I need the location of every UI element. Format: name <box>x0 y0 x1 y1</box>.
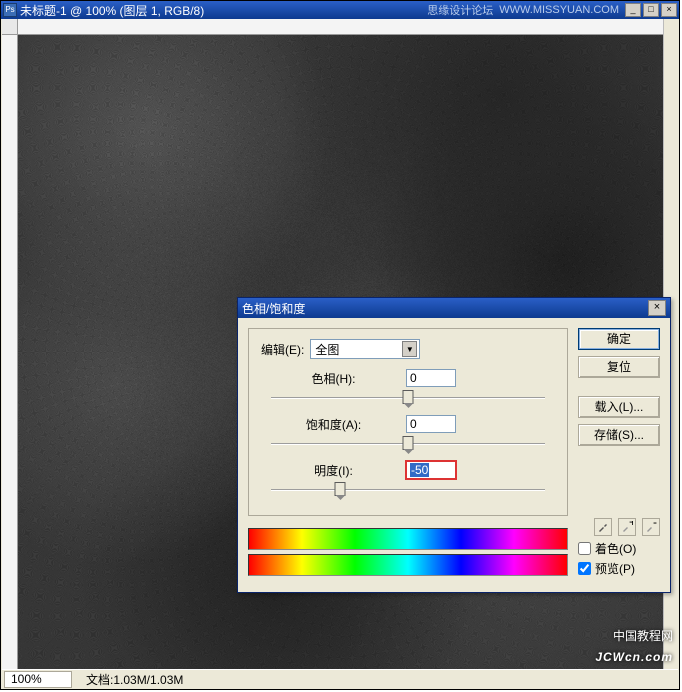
forum-url: WWW.MISSYUAN.COM <box>499 4 619 16</box>
saturation-slider[interactable] <box>271 435 545 453</box>
zoom-field[interactable]: 100% <box>4 671 72 688</box>
hue-input[interactable]: 0 <box>406 369 456 387</box>
saturation-label: 饱和度(A): <box>261 416 406 433</box>
ruler-horizontal[interactable] <box>18 19 663 35</box>
colorize-checkbox[interactable]: 着色(O) <box>578 540 660 557</box>
ok-button[interactable]: 确定 <box>578 328 660 350</box>
window-title: 未标题-1 @ 100% (图层 1, RGB/8) <box>20 2 427 19</box>
lightness-thumb[interactable] <box>334 482 345 496</box>
load-button[interactable]: 载入(L)... <box>578 396 660 418</box>
adjustment-group: 编辑(E): 全图 ▼ 色相(H): 0 饱和度(A): <box>248 328 568 516</box>
hue-label: 色相(H): <box>261 370 406 387</box>
preview-checkbox[interactable]: 预览(P) <box>578 560 660 577</box>
eyedropper-icon[interactable] <box>594 518 612 536</box>
colorize-input[interactable] <box>578 542 591 555</box>
svg-text:-: - <box>653 521 657 529</box>
app-icon: Ps <box>3 3 17 17</box>
chevron-down-icon: ▼ <box>402 341 417 357</box>
forum-name: 思缘设计论坛 <box>427 2 493 18</box>
dialog-titlebar[interactable]: 色相/饱和度 × <box>238 298 670 318</box>
lightness-label: 明度(I): <box>261 462 406 479</box>
lightness-slider[interactable] <box>271 481 545 499</box>
window-titlebar[interactable]: Ps 未标题-1 @ 100% (图层 1, RGB/8) 思缘设计论坛 WWW… <box>1 1 679 19</box>
reset-button[interactable]: 复位 <box>578 356 660 378</box>
lightness-input[interactable]: -50 <box>406 461 456 479</box>
save-button[interactable]: 存储(S)... <box>578 424 660 446</box>
edit-select[interactable]: 全图 ▼ <box>310 339 420 359</box>
statusbar: 100% 文档:1.03M/1.03M <box>2 669 678 688</box>
maximize-button[interactable]: □ <box>643 3 659 17</box>
ruler-vertical[interactable] <box>2 35 18 669</box>
close-button[interactable]: × <box>661 3 677 17</box>
minimize-button[interactable]: _ <box>625 3 641 17</box>
hue-thumb[interactable] <box>403 390 414 404</box>
svg-text:+: + <box>629 521 633 529</box>
spectrum-input <box>248 528 568 550</box>
watermark: 中国教程网 JCWcn.com <box>595 627 673 667</box>
dialog-title: 色相/饱和度 <box>242 300 648 317</box>
preview-input[interactable] <box>578 562 591 575</box>
doc-size: 文档:1.03M/1.03M <box>86 671 183 688</box>
edit-label: 编辑(E): <box>261 341 304 358</box>
eyedropper-add-icon[interactable]: + <box>618 518 636 536</box>
dialog-close-button[interactable]: × <box>648 300 666 316</box>
ruler-corner <box>2 19 18 35</box>
edit-value: 全图 <box>315 341 339 358</box>
hue-slider[interactable] <box>271 389 545 407</box>
spectrum-output <box>248 554 568 576</box>
saturation-input[interactable]: 0 <box>406 415 456 433</box>
eyedropper-subtract-icon[interactable]: - <box>642 518 660 536</box>
saturation-thumb[interactable] <box>403 436 414 450</box>
hue-saturation-dialog: 色相/饱和度 × 编辑(E): 全图 ▼ 色相(H): 0 <box>237 297 671 593</box>
